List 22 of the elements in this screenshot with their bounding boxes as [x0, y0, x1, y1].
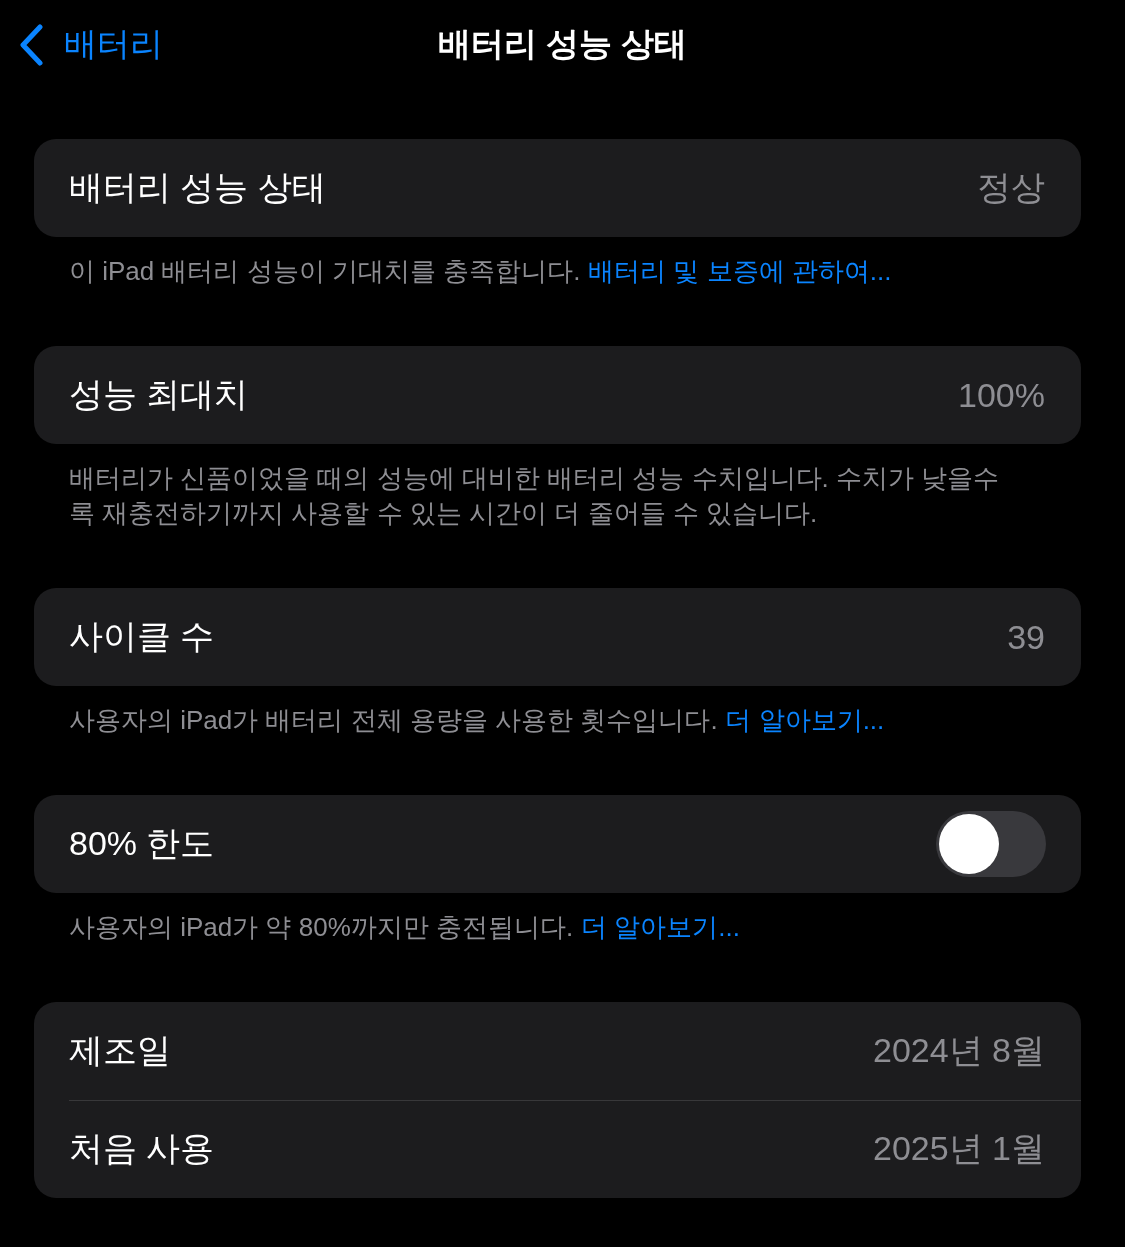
back-label[interactable]: 배터리 [64, 22, 163, 67]
footnote-text: 사용자의 iPad가 약 80%까지만 충전됩니다. 더 알아보기... [68, 911, 741, 944]
row-value: 정상 [977, 167, 1045, 208]
footnote-text: 배터리가 신품이었을 때의 성능에 대비한 배터리 성능 수치입니다. 수치가 낮을수록 재충전하기까지 사용할 수 있는 시간이 더 줄어들 수 있습니다. [68, 462, 1001, 530]
page-title: 배터리 성능 상태 [437, 23, 688, 64]
row-value: 39 [1007, 617, 1045, 657]
row-label: 성능 최대치 [69, 374, 249, 415]
row-label: 제조일 [69, 1030, 171, 1071]
back-button[interactable]: 배터리 [18, 22, 163, 67]
learn-more-link[interactable]: 더 알아보기... [725, 705, 885, 735]
footnote-text: 사용자의 iPad가 배터리 전체 용량을 사용한 횟수입니다. 더 알아보기... [68, 704, 886, 737]
row-value: 2024년 8월 [873, 1030, 1045, 1071]
row-value: 100% [958, 375, 1045, 415]
footnote-text: 이 iPad 배터리 성능이 기대치를 충족합니다. 배터리 및 보증에 관하여... [68, 255, 893, 288]
row-value: 2025년 1월 [873, 1128, 1045, 1169]
row-label: 사이클 수 [69, 616, 215, 657]
row-label: 80% 한도 [69, 823, 215, 864]
row-label: 배터리 성능 상태 [69, 167, 326, 208]
learn-more-link[interactable]: 배터리 및 보증에 관하여... [588, 256, 892, 286]
row-label: 처음 사용 [69, 1128, 215, 1169]
learn-more-link[interactable]: 더 알아보기... [581, 912, 740, 942]
back-chevron-icon [18, 23, 44, 66]
